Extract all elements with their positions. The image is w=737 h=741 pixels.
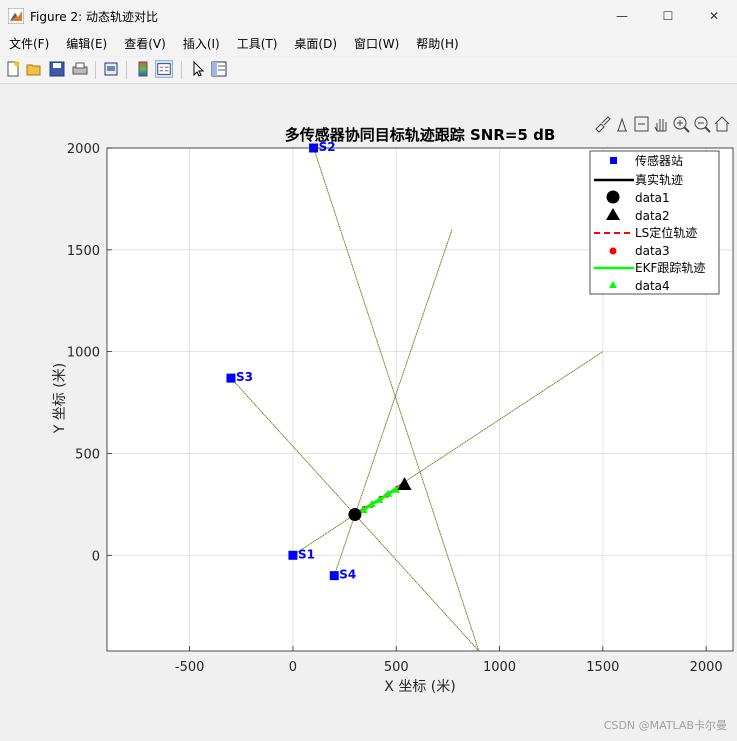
start-point-marker — [348, 508, 362, 522]
legend-entry-data4: data4 — [635, 279, 670, 293]
menu-edit[interactable]: 编辑(E) — [57, 32, 115, 56]
window-controls: — ☐ ✕ — [599, 0, 737, 32]
print-icon[interactable] — [71, 60, 89, 78]
menu-file[interactable]: 文件(F) — [0, 32, 57, 56]
sensor-label: S1 — [298, 547, 315, 561]
menu-view[interactable]: 查看(V) — [115, 32, 174, 56]
legend-entry-ekf: EKF跟踪轨迹 — [635, 261, 705, 275]
menu-insert[interactable]: 插入(I) — [174, 32, 228, 56]
y-tick-label: 2000 — [67, 142, 100, 157]
legend-entry-data2: data2 — [635, 209, 670, 223]
legend-sensor-marker — [610, 157, 617, 164]
sensor-label: S3 — [236, 370, 253, 384]
maximize-button[interactable]: ☐ — [645, 0, 691, 32]
sensor-marker — [288, 550, 298, 560]
toolbar-separator — [181, 61, 182, 79]
close-button[interactable]: ✕ — [691, 0, 737, 32]
window-title: Figure 2: 动态轨迹对比 — [30, 10, 158, 24]
toolbar-separator — [126, 61, 127, 79]
y-tick-label: 0 — [92, 549, 100, 564]
print-preview-icon[interactable] — [102, 60, 120, 78]
window-titlebar: Figure 2: 动态轨迹对比 — ☐ ✕ — [0, 0, 737, 32]
matlab-app-icon — [8, 8, 24, 24]
x-axis-label: X 坐标 (米) — [384, 679, 455, 695]
y-tick-label: 1000 — [67, 346, 100, 361]
axes-toolbar — [595, 116, 730, 133]
figure-toolbar — [0, 57, 737, 84]
chart-title: 多传感器协同目标轨迹跟踪 SNR=5 dB — [285, 126, 556, 144]
watermark: CSDN @MATLAB卡尔曼 — [603, 719, 727, 732]
menu-desktop[interactable]: 桌面(D) — [285, 32, 345, 56]
pointer-icon[interactable] — [189, 60, 207, 78]
pan-icon[interactable] — [654, 119, 667, 132]
x-tick-label: -500 — [175, 660, 205, 675]
menu-help[interactable]: 帮助(H) — [407, 32, 466, 56]
legend-start-marker — [606, 190, 620, 204]
legend-icon[interactable] — [155, 60, 173, 78]
open-file-icon[interactable] — [25, 60, 43, 78]
home-icon[interactable] — [714, 116, 730, 132]
figure-canvas: S1 S2 S3 S4 -500 0 500 1000 1500 2000 0 500 1000 150… — [0, 84, 737, 737]
zoom-out-icon[interactable] — [694, 116, 711, 133]
y-axis-label: Y 坐标 (米) — [52, 363, 68, 434]
legend[interactable]: 传感器站 真实轨迹 data1 data2 LS定位轨迹 data3 EKF跟踪… — [589, 150, 720, 295]
export-icon[interactable] — [634, 116, 649, 132]
y-tick-label: 500 — [75, 447, 100, 462]
new-figure-icon[interactable] — [4, 60, 22, 78]
y-tick-label: 1500 — [67, 244, 100, 259]
minimize-button[interactable]: — — [599, 0, 645, 32]
menu-bar: 文件(F) 编辑(E) 查看(V) 插入(I) 工具(T) 桌面(D) 窗口(W… — [0, 32, 737, 56]
property-editor-icon[interactable] — [210, 60, 228, 78]
x-tick-label: 500 — [384, 660, 409, 675]
x-tick-label: 2000 — [690, 660, 723, 675]
legend-entry-data1: data1 — [635, 191, 670, 205]
brush-icon[interactable] — [595, 116, 611, 133]
save-icon[interactable] — [48, 60, 66, 78]
zoom-in-icon[interactable] — [673, 116, 690, 133]
toolbar-separator — [95, 61, 96, 79]
sensor-marker — [226, 373, 236, 383]
sensor-marker — [329, 571, 339, 581]
data-tips-icon[interactable] — [617, 117, 627, 132]
menu-tools[interactable]: 工具(T) — [228, 32, 286, 56]
colorbar-icon[interactable] — [134, 60, 152, 78]
sensor-label: S4 — [339, 568, 356, 582]
legend-entry-ls: LS定位轨迹 — [635, 225, 697, 240]
trajectory-chart: S1S2S3S4 -500 0 500 1000 1500 200005001000150… — [52, 116, 734, 695]
legend-ls-marker — [609, 247, 617, 255]
menu-window[interactable]: 窗口(W) — [345, 32, 407, 56]
x-tick-label: 1000 — [483, 660, 516, 675]
legend-entry-sensor: 传感器站 — [635, 153, 683, 168]
legend-entry-true: 真实轨迹 — [635, 172, 683, 187]
legend-entry-data3: data3 — [635, 244, 670, 258]
x-tick-label: 1500 — [586, 660, 619, 675]
x-tick-label: 0 — [289, 660, 297, 675]
